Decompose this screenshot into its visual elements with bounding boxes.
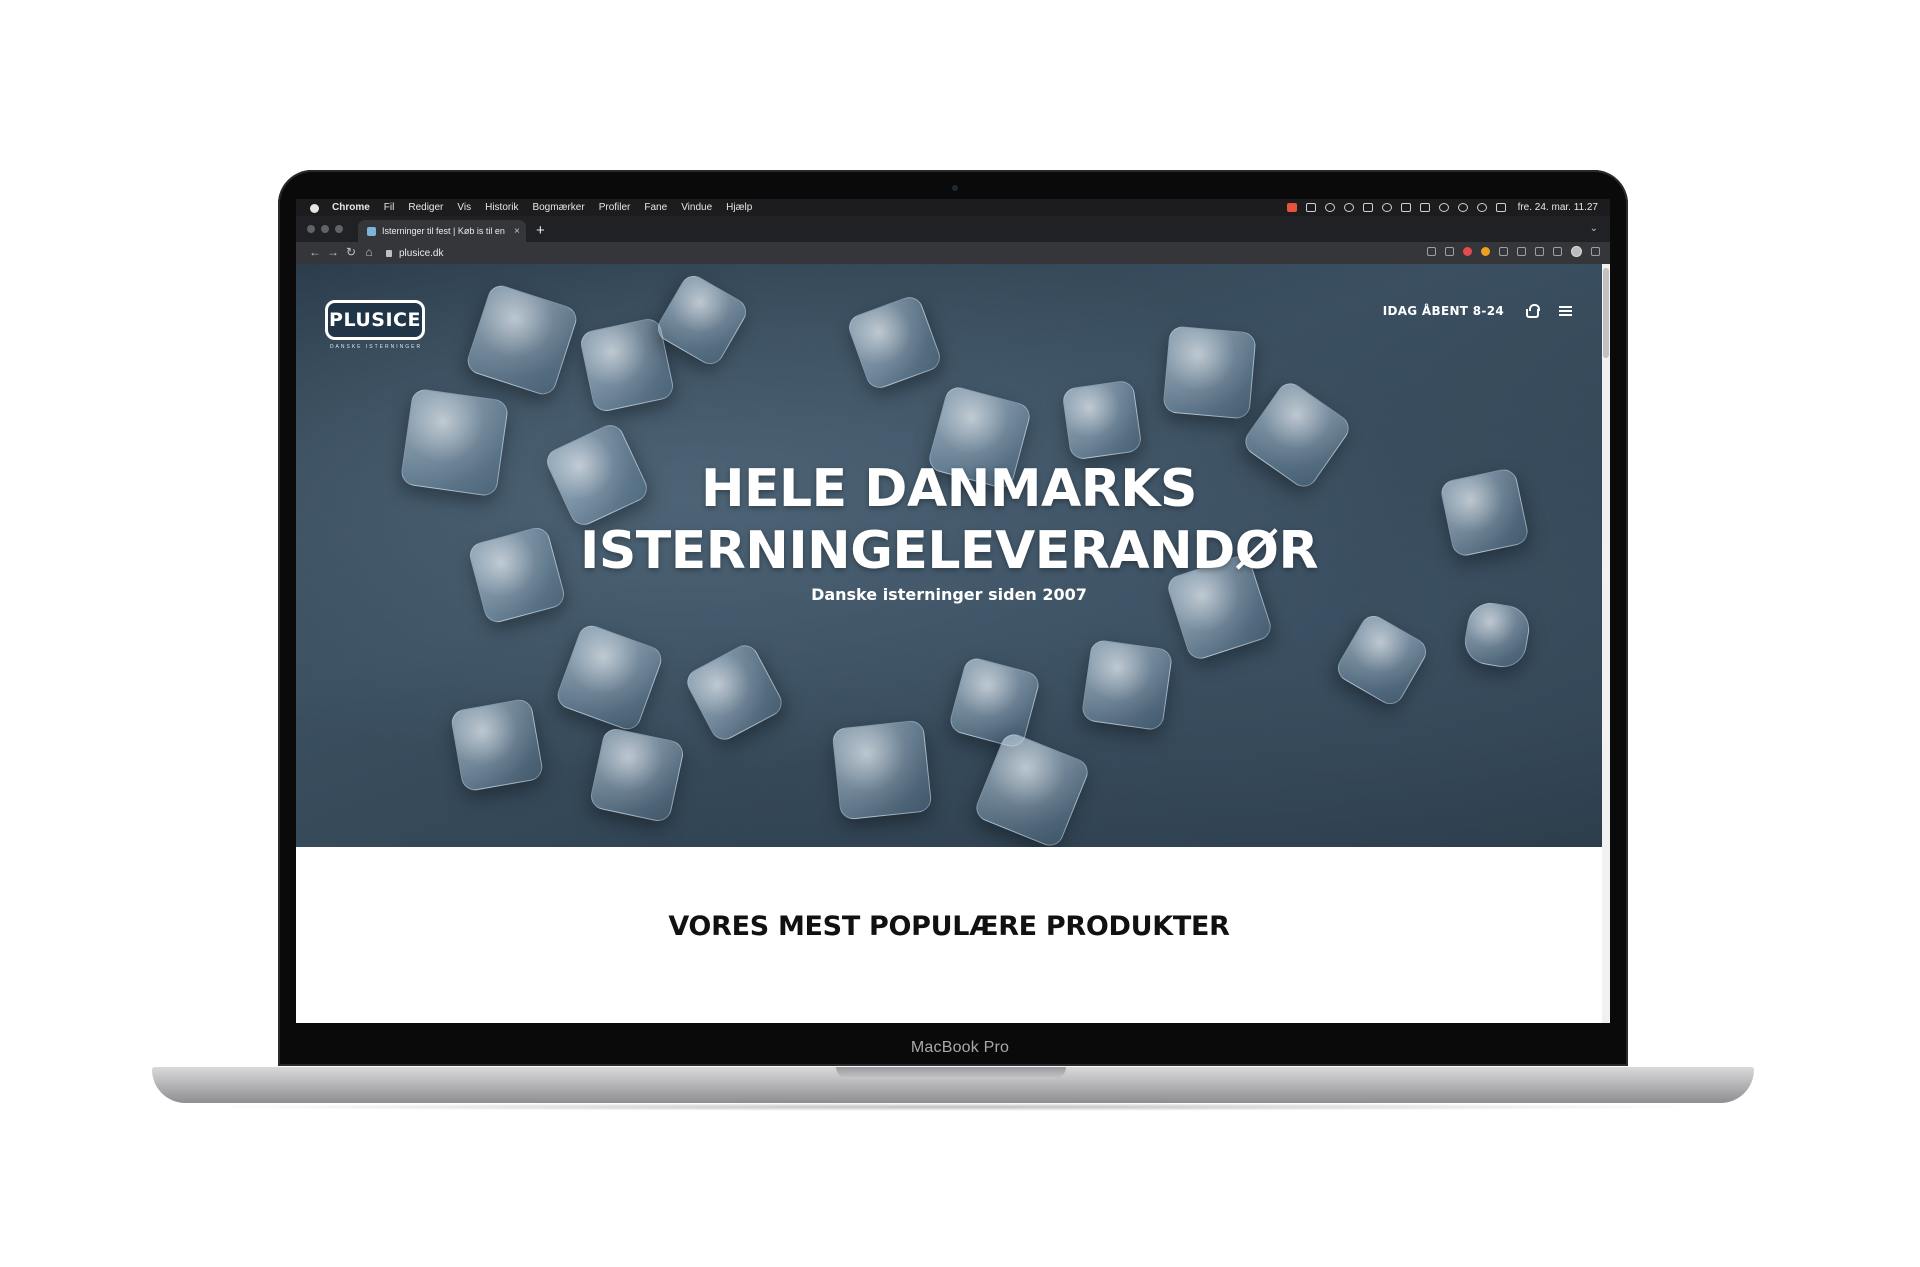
ice-cube-image — [845, 293, 944, 392]
zoom-window-icon[interactable] — [335, 225, 343, 233]
macos-menubar: Chrome Fil Rediger Vis Historik Bogmærke… — [296, 199, 1610, 216]
menu-fane[interactable]: Fane — [644, 202, 667, 213]
play-icon[interactable] — [1381, 203, 1392, 212]
ice-cube-image — [1061, 379, 1143, 461]
menu-chrome[interactable]: Chrome — [332, 202, 370, 213]
logo-tagline: DANSKE ISTERNINGER — [329, 344, 423, 350]
window-controls — [307, 225, 349, 233]
tab-close-icon[interactable]: × — [514, 226, 520, 237]
hero-subtitle: Danske isterninger siden 2007 — [811, 585, 1087, 604]
hamburger-menu-icon[interactable] — [1559, 304, 1572, 318]
site-header-nav: IDAG ÅBENT 8-24 — [1382, 303, 1572, 318]
ice-cube-image — [553, 621, 666, 734]
dropbox-icon[interactable] — [1286, 203, 1297, 212]
user-icon[interactable] — [1457, 203, 1468, 212]
tab-search-chevron-icon[interactable]: ⌄ — [1590, 223, 1598, 234]
address-bar[interactable]: plusice.dk — [386, 245, 443, 261]
menu-vindue[interactable]: Vindue — [681, 202, 712, 213]
menu-profiler[interactable]: Profiler — [599, 202, 631, 213]
share-icon[interactable] — [1427, 247, 1436, 256]
menu-historik[interactable]: Historik — [485, 202, 518, 213]
device-label: MacBook Pro — [910, 1039, 1010, 1056]
sync-icon[interactable] — [1343, 203, 1354, 212]
browser-tabbar: Isterninger til fest | Køb is til en × +… — [296, 216, 1610, 242]
ice-cube-image — [682, 640, 787, 745]
opening-hours: IDAG ÅBENT 8-24 — [1382, 304, 1504, 318]
menubar-clock[interactable]: fre. 24. mar. 11.27 — [1518, 202, 1598, 213]
extension-orange-icon[interactable] — [1481, 247, 1490, 256]
hero-section: PLUSICE DANSKE ISTERNINGER IDAG ÅBENT 8-… — [296, 264, 1602, 847]
menu-vis[interactable]: Vis — [457, 202, 471, 213]
ice-cube-image — [972, 730, 1092, 847]
ice-cube-image — [1080, 638, 1174, 732]
apple-icon[interactable] — [308, 202, 322, 214]
ice-cube-image — [449, 697, 545, 793]
tab-title: Isterninger til fest | Køb is til en — [382, 226, 505, 236]
ice-cube-image — [1162, 325, 1257, 420]
search-icon[interactable] — [1476, 203, 1487, 212]
section-heading: VORES MEST POPULÆRE PRODUKTER — [668, 911, 1230, 942]
battery-icon[interactable] — [1419, 203, 1430, 212]
home-icon[interactable]: ⌂ — [360, 245, 378, 259]
menu-fil[interactable]: Fil — [384, 202, 395, 213]
extension-icon[interactable] — [1499, 247, 1508, 256]
laptop-lid-notch — [836, 1067, 1066, 1079]
ice-cube-image — [1461, 599, 1533, 671]
products-section: VORES MEST POPULÆRE PRODUKTER — [296, 847, 1602, 1023]
laptop-shadow — [190, 1103, 1716, 1111]
puzzle-icon[interactable] — [1535, 247, 1544, 256]
new-tab-button[interactable]: + — [536, 222, 545, 239]
bluetooth-icon[interactable] — [1400, 203, 1411, 212]
app-icon[interactable] — [1305, 203, 1316, 212]
wifi-icon[interactable] — [1438, 203, 1449, 212]
menu-rediger[interactable]: Rediger — [408, 202, 443, 213]
hero-title: HELE DANMARKS ISTERNINGELEVERANDØR — [296, 458, 1602, 582]
ice-cube-image — [831, 719, 933, 821]
menu-hjaelp[interactable]: Hjælp — [726, 202, 752, 213]
page-scrollbar[interactable] — [1602, 264, 1610, 1023]
ice-cube-image — [947, 655, 1042, 750]
scrollbar-thumb[interactable] — [1603, 268, 1609, 358]
status-area: fre. 24. mar. 11.27 — [1278, 199, 1598, 216]
ice-cube-image — [464, 282, 580, 398]
favicon-icon — [367, 226, 376, 236]
profile-avatar[interactable] — [1571, 246, 1582, 257]
laptop-screen: Chrome Fil Rediger Vis Historik Bogmærke… — [296, 199, 1610, 1023]
menu-bogmaerker[interactable]: Bogmærker — [532, 202, 584, 213]
basket-icon[interactable] — [1526, 303, 1540, 318]
navigation-buttons: ← → ↻ ⌂ — [306, 245, 378, 259]
forward-icon[interactable]: → — [324, 245, 342, 259]
cloud-icon[interactable] — [1324, 203, 1335, 212]
bookmark-star-icon[interactable] — [1445, 247, 1454, 256]
ice-cube-image — [1332, 610, 1432, 710]
kebab-menu-icon[interactable] — [1591, 247, 1600, 256]
back-icon[interactable]: ← — [306, 245, 324, 259]
sidebar-icon[interactable] — [1553, 247, 1562, 256]
ice-cube-image — [652, 270, 752, 370]
pinterest-icon[interactable] — [1463, 247, 1472, 256]
close-window-icon[interactable] — [307, 225, 315, 233]
control-center-icon[interactable] — [1495, 203, 1506, 212]
ice-cube-image — [588, 726, 686, 824]
camera-extension-icon[interactable] — [1517, 247, 1526, 256]
site-logo[interactable]: PLUSICE — [325, 300, 425, 340]
browser-toolbar: ← → ↻ ⌂ plusice.dk — [296, 242, 1610, 264]
extensions-area — [1418, 246, 1600, 257]
browser-tab-active[interactable]: Isterninger til fest | Køb is til en × — [358, 220, 526, 242]
hero-title-line-2: ISTERNINGELEVERANDØR — [579, 521, 1319, 581]
reload-icon[interactable]: ↻ — [342, 245, 360, 259]
window-icon[interactable] — [1362, 203, 1373, 212]
camera-icon — [952, 185, 958, 191]
hero-title-line-1: HELE DANMARKS — [700, 459, 1198, 519]
minimize-window-icon[interactable] — [321, 225, 329, 233]
url-text[interactable]: plusice.dk — [399, 248, 443, 259]
lock-icon[interactable] — [386, 249, 392, 257]
